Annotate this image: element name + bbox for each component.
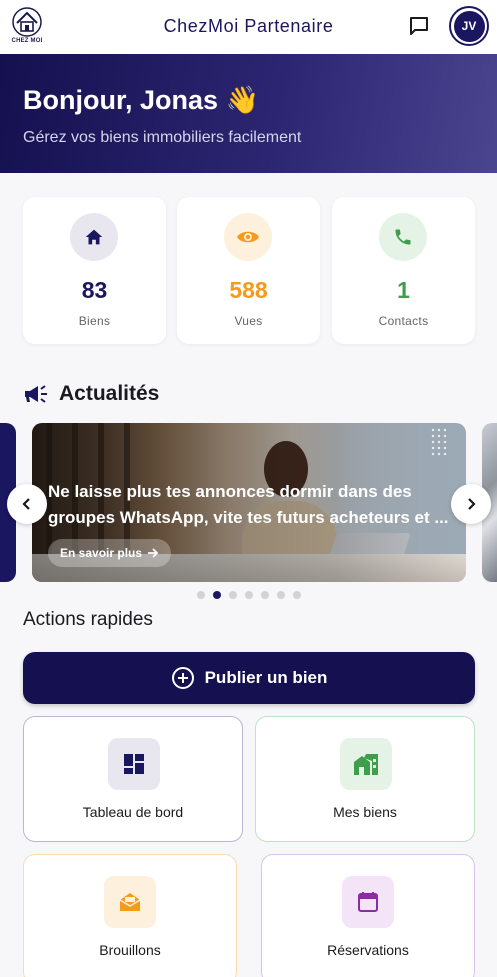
dashboard-icon <box>108 738 160 790</box>
avatar-initials: JV <box>453 10 485 42</box>
my-properties-tile[interactable]: Mes biens <box>255 716 475 842</box>
buildings-icon <box>340 738 392 790</box>
stat-value: 1 <box>397 277 410 303</box>
news-header: Actualités <box>23 382 159 406</box>
carousel-dot-active[interactable] <box>213 591 221 599</box>
chevron-left-icon <box>22 498 30 510</box>
slide-headline: Ne laisse plus tes annonces dormir dans … <box>48 479 458 531</box>
stat-card-vues[interactable]: 588 Vues <box>177 197 320 344</box>
welcome-subtitle: Gérez vos biens immobiliers facilement <box>23 129 302 146</box>
welcome-banner: Bonjour, Jonas 👋 Gérez vos biens immobil… <box>0 54 497 173</box>
tile-label: Brouillons <box>99 942 161 958</box>
carousel-dot[interactable] <box>261 591 269 599</box>
publish-property-button[interactable]: Publier un bien <box>23 652 475 704</box>
dashboard-tile[interactable]: Tableau de bord <box>23 716 243 842</box>
tile-label: Mes biens <box>333 804 397 820</box>
carousel-dot[interactable] <box>229 591 237 599</box>
carousel-next-button[interactable] <box>451 484 491 524</box>
calendar-icon <box>342 876 394 928</box>
stat-label: Contacts <box>378 314 429 328</box>
tile-label: Réservations <box>327 942 409 958</box>
quick-actions-title: Actions rapides <box>23 609 153 630</box>
phone-icon <box>379 213 427 261</box>
stat-card-biens[interactable]: 83 Biens <box>23 197 166 344</box>
add-circle-icon <box>171 667 194 689</box>
user-avatar[interactable]: JV <box>449 6 489 46</box>
carousel-dot[interactable] <box>293 591 301 599</box>
decorative-dots <box>430 427 448 457</box>
carousel-dot[interactable] <box>197 591 205 599</box>
carousel-prev-button[interactable] <box>7 484 47 524</box>
publish-label: Publier un bien <box>204 668 328 687</box>
tile-label: Tableau de bord <box>82 804 184 820</box>
chat-bubble-icon <box>410 17 428 35</box>
chevron-right-icon <box>468 498 476 510</box>
arrow-right-icon <box>148 548 159 558</box>
reservations-tile[interactable]: Réservations <box>261 854 475 977</box>
learn-more-label: En savoir plus <box>60 546 143 560</box>
megaphone-icon <box>25 385 47 403</box>
messages-button[interactable] <box>404 11 434 41</box>
stat-label: Vues <box>234 314 263 328</box>
welcome-title: Bonjour, Jonas 👋 <box>23 85 260 115</box>
stat-value: 588 <box>229 277 268 303</box>
news-title: Actualités <box>59 382 160 405</box>
carousel-dot[interactable] <box>245 591 253 599</box>
logo-text: CHEZ MOI <box>11 38 43 44</box>
stat-card-contacts[interactable]: 1 Contacts <box>332 197 475 344</box>
slide-headline-line1: Ne laisse plus tes annonces dormir dans … <box>48 482 412 501</box>
drafts-icon <box>104 876 156 928</box>
carousel-dot[interactable] <box>277 591 285 599</box>
learn-more-button[interactable]: En savoir plus <box>48 539 172 567</box>
home-icon <box>70 213 118 261</box>
slide-headline-line2: groupes WhatsApp, vite tes futurs achete… <box>48 508 449 527</box>
eye-icon <box>224 213 272 261</box>
news-slide[interactable]: Ne laisse plus tes annonces dormir dans … <box>32 423 466 582</box>
carousel-indicator <box>197 591 301 599</box>
stat-value: 83 <box>81 277 108 303</box>
stat-label: Biens <box>78 314 111 328</box>
drafts-tile[interactable]: Brouillons <box>23 854 237 977</box>
top-app-bar: CHEZ MOI ChezMoi Partenaire JV <box>0 0 497 54</box>
